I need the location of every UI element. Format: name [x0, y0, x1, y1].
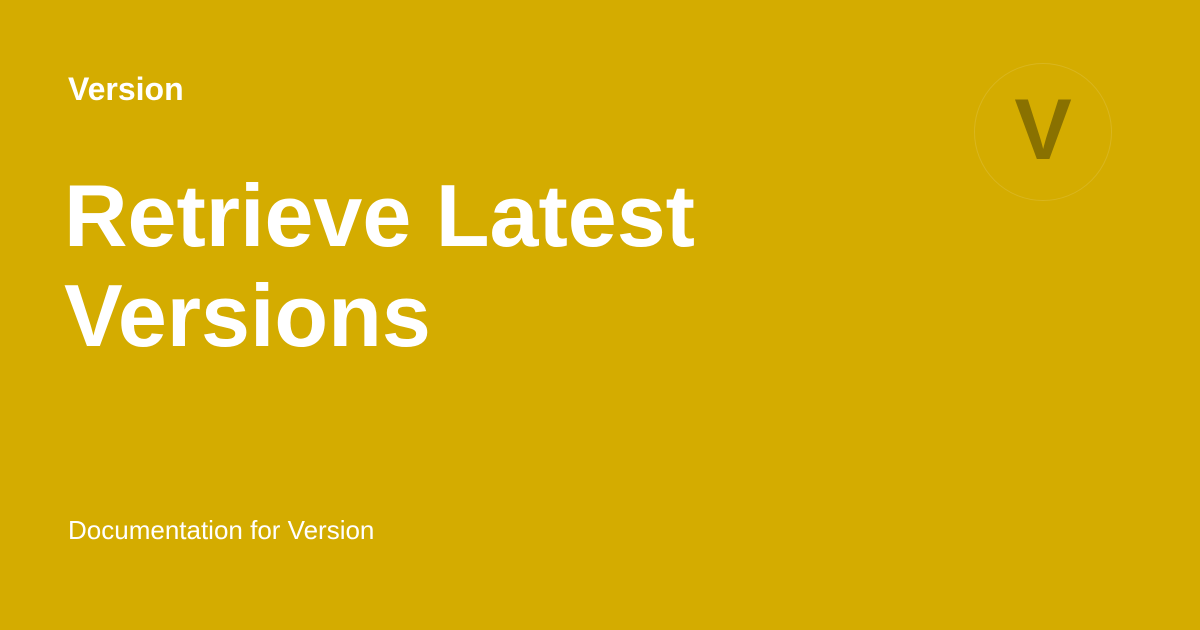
page-title: Retrieve Latest Versions: [64, 166, 695, 365]
social-card: Version Retrieve Latest Versions Documen…: [0, 0, 1200, 630]
documentation-subtitle: Documentation for Version: [68, 515, 375, 545]
version-letter-icon: V: [1014, 82, 1072, 178]
version-badge: V: [974, 63, 1112, 201]
section-label: Version: [68, 71, 184, 107]
